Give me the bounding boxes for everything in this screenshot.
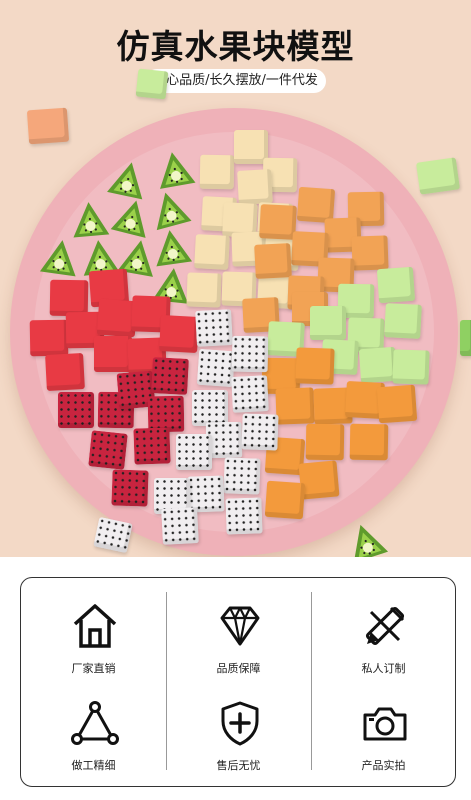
green-melon-cube bbox=[310, 306, 346, 340]
watermelon-cube bbox=[29, 319, 69, 357]
orange-melon-cube bbox=[298, 460, 340, 500]
feature-label: 售后无忧 bbox=[216, 759, 261, 772]
watermelon-cube bbox=[45, 353, 85, 391]
kiwi-slice bbox=[39, 240, 76, 277]
house-icon bbox=[73, 604, 117, 648]
white-dragonfruit-cube bbox=[225, 497, 263, 535]
feature-label: 私人订制 bbox=[361, 662, 406, 675]
watermelon-cube bbox=[159, 315, 199, 353]
green-melon-cube bbox=[392, 349, 430, 385]
pencil-ruler-icon bbox=[365, 606, 405, 646]
white-dragonfruit-cube bbox=[161, 507, 199, 545]
red-dragonfruit-cube bbox=[111, 469, 149, 507]
kiwi-slice bbox=[160, 152, 196, 189]
shield-plus-icon bbox=[221, 701, 259, 746]
feature-real-photo: 产品实拍 bbox=[311, 685, 456, 785]
orange-melon-cube bbox=[275, 387, 315, 425]
feature-label: 品质保障 bbox=[216, 662, 261, 675]
melon-cube bbox=[26, 107, 70, 145]
feature-quality: 品质保障 bbox=[166, 588, 311, 688]
orange-melon-cube bbox=[305, 423, 345, 461]
orange-melon-cube bbox=[349, 423, 389, 461]
page-title: 仿真水果块模型 bbox=[116, 27, 355, 66]
pear-cube bbox=[199, 154, 235, 190]
green-melon-cube bbox=[376, 266, 416, 304]
white-dragonfruit-cube bbox=[223, 457, 261, 495]
feature-factory-direct: 厂家直销 bbox=[21, 588, 166, 688]
watermelon-cube bbox=[49, 279, 89, 317]
feature-custom: 私人订制 bbox=[311, 588, 456, 688]
white-dragonfruit-cube bbox=[176, 434, 212, 470]
feature-panel: 厂家直销 品质保障 私人订制 做工精细 售后无忧 产品实拍 bbox=[20, 577, 456, 787]
orange-melon-cube bbox=[295, 347, 335, 385]
kiwi-piece bbox=[460, 320, 471, 356]
melon-cube bbox=[415, 157, 461, 195]
dragonfruit-cube bbox=[93, 516, 133, 554]
pear-cube bbox=[186, 272, 222, 308]
camera-icon bbox=[363, 707, 407, 741]
mango-cube bbox=[259, 204, 297, 240]
pear-cube bbox=[194, 234, 230, 270]
white-dragonfruit-cube bbox=[195, 309, 233, 347]
red-dragonfruit-cube bbox=[88, 430, 128, 470]
green-melon-cube bbox=[384, 303, 422, 339]
feature-label: 产品实拍 bbox=[361, 759, 406, 772]
orange-melon-cube bbox=[376, 384, 418, 424]
pear-cube bbox=[237, 169, 273, 205]
subtitle-badge: 匠心品质/长久摆放/一件代发 bbox=[145, 69, 326, 93]
orange-melon-cube bbox=[264, 480, 306, 520]
product-hero-image: 仿真水果块模型 匠心品质/长久摆放/一件代发 bbox=[0, 0, 471, 557]
white-dragonfruit-cube bbox=[196, 348, 236, 388]
red-dragonfruit-cube bbox=[133, 427, 171, 465]
white-dragonfruit-cube bbox=[241, 413, 279, 451]
feature-label: 做工精细 bbox=[71, 759, 116, 772]
melon-cube bbox=[135, 68, 169, 100]
red-dragonfruit-cube bbox=[58, 392, 94, 428]
feature-label: 厂家直销 bbox=[71, 662, 116, 675]
mango-cube bbox=[254, 243, 292, 279]
feature-craft: 做工精细 bbox=[21, 685, 166, 785]
kiwi-slice bbox=[73, 202, 110, 238]
diamond-icon bbox=[220, 606, 260, 646]
watermelon-cube bbox=[94, 336, 132, 372]
white-dragonfruit-cube bbox=[192, 390, 228, 426]
triangle-nodes-icon bbox=[71, 701, 119, 745]
white-dragonfruit-cube bbox=[231, 335, 269, 373]
mango-cube bbox=[351, 235, 389, 271]
white-dragonfruit-cube bbox=[231, 375, 269, 413]
feature-after-sales: 售后无忧 bbox=[166, 685, 311, 785]
green-melon-cube bbox=[358, 346, 398, 384]
red-dragonfruit-cube bbox=[151, 357, 189, 395]
